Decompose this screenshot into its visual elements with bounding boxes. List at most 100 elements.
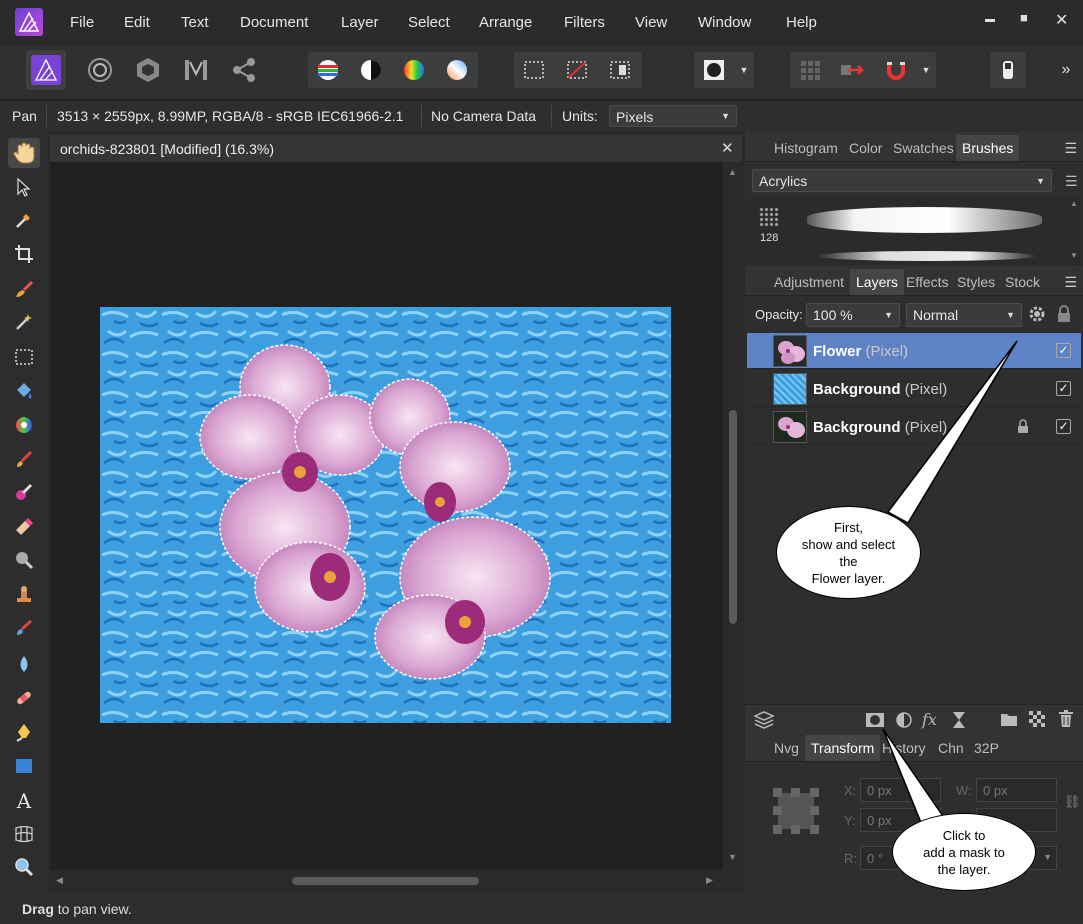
snapping-magnet-icon[interactable]: [878, 52, 914, 88]
brush-list-scrollbar[interactable]: ▲ ▼: [1068, 197, 1080, 265]
menu-file[interactable]: File: [70, 14, 94, 31]
layers-stack-icon[interactable]: [753, 710, 775, 730]
marquee-icon[interactable]: [516, 52, 552, 88]
invert-selection-icon[interactable]: [602, 52, 638, 88]
tab-effects[interactable]: Effects: [906, 274, 949, 290]
tab-histogram[interactable]: Histogram: [774, 140, 838, 156]
add-mask-icon[interactable]: [865, 711, 885, 729]
marquee-tool-icon[interactable]: [8, 342, 40, 372]
tone-mapping-persona-icon[interactable]: [176, 50, 216, 90]
anchor-point-icon[interactable]: [773, 788, 819, 834]
menu-window[interactable]: Window: [698, 14, 751, 31]
menu-arrange[interactable]: Arrange: [479, 14, 532, 31]
tab-channels[interactable]: Chn: [938, 740, 964, 756]
tab-32p[interactable]: 32P: [974, 740, 999, 756]
export-persona-icon[interactable]: [224, 50, 264, 90]
layer-visibility-checkbox[interactable]: ✓: [1056, 419, 1071, 434]
fx-icon[interactable]: fx: [922, 710, 937, 729]
layer-visibility-checkbox[interactable]: ✓: [1056, 343, 1071, 358]
tab-styles[interactable]: Styles: [957, 274, 995, 290]
crop-tool-icon[interactable]: [8, 239, 40, 269]
inpaint-eraser-icon[interactable]: [990, 52, 1026, 88]
brush-stroke-preview[interactable]: [817, 251, 1037, 261]
maximize-button[interactable]: ■: [1020, 10, 1028, 25]
menu-select[interactable]: Select: [408, 14, 450, 31]
text-tool-icon[interactable]: A: [8, 786, 40, 816]
liquify-persona-icon[interactable]: [80, 50, 120, 90]
vertical-scroll-thumb[interactable]: [729, 410, 737, 624]
scroll-left-icon[interactable]: ◀: [56, 875, 63, 886]
auto-colors-icon[interactable]: [396, 52, 432, 88]
units-dropdown[interactable]: Pixels ▼: [609, 105, 737, 127]
trash-icon[interactable]: [1058, 710, 1074, 728]
clone-brush-tool-icon[interactable]: [8, 580, 40, 610]
rectangle-tool-icon[interactable]: [8, 751, 40, 781]
tab-swatches[interactable]: Swatches: [893, 140, 954, 156]
view-tool-hand-icon[interactable]: [8, 138, 40, 168]
auto-contrast-icon[interactable]: [353, 52, 389, 88]
panel-menu-icon[interactable]: ☰: [1064, 140, 1077, 157]
menu-help[interactable]: Help: [786, 14, 817, 31]
blur-brush-tool-icon[interactable]: [8, 649, 40, 679]
tab-layers[interactable]: Layers: [850, 269, 905, 295]
horizontal-scrollbar[interactable]: ◀ ▶: [50, 870, 723, 892]
brush-stroke-preview[interactable]: [807, 207, 1042, 233]
quick-mask-dropdown-icon[interactable]: ▼: [734, 52, 754, 88]
snapping-dropdown-icon[interactable]: ▼: [916, 52, 936, 88]
minimize-button[interactable]: ▬: [985, 14, 995, 25]
tab-brushes[interactable]: Brushes: [956, 135, 1020, 161]
menu-view[interactable]: View: [635, 14, 667, 31]
move-tool-icon[interactable]: [8, 172, 40, 202]
scroll-down-icon[interactable]: ▼: [1070, 251, 1078, 260]
tab-color[interactable]: Color: [849, 140, 882, 156]
link-icon[interactable]: ⛓: [1064, 794, 1081, 810]
add-pixel-layer-icon[interactable]: [1029, 711, 1045, 727]
scroll-right-icon[interactable]: ▶: [706, 875, 713, 886]
live-filter-icon[interactable]: [951, 711, 967, 729]
opacity-field[interactable]: 100 % ▼: [806, 303, 900, 327]
w-field[interactable]: 0 px: [976, 778, 1057, 802]
healing-brush-tool-icon[interactable]: [8, 613, 40, 643]
vertical-scrollbar[interactable]: ▲ ▼: [724, 162, 742, 870]
gear-icon[interactable]: [1027, 304, 1047, 324]
tab-navigator[interactable]: Nvg: [774, 740, 799, 756]
quick-mask-icon[interactable]: [696, 52, 732, 88]
layer-row-flower[interactable]: Flower (Pixel) ✓: [747, 333, 1081, 369]
panel-menu-icon[interactable]: ☰: [1064, 274, 1077, 291]
mixer-brush-tool-icon[interactable]: [8, 477, 40, 507]
blend-mode-dropdown[interactable]: Normal ▼: [906, 303, 1022, 327]
horizontal-scroll-thumb[interactable]: [292, 877, 479, 885]
tab-adjustment[interactable]: Adjustment: [774, 274, 844, 290]
mesh-warp-tool-icon[interactable]: [8, 819, 40, 849]
flood-fill-tool-icon[interactable]: [8, 376, 40, 406]
develop-persona-icon[interactable]: [128, 50, 168, 90]
zoom-tool-icon[interactable]: [8, 852, 40, 882]
close-document-icon[interactable]: ✕: [721, 139, 734, 157]
dodge-tool-icon[interactable]: [8, 545, 40, 575]
selection-brush-tool-icon[interactable]: [8, 274, 40, 304]
toolbar-overflow-icon[interactable]: »: [1054, 52, 1078, 88]
force-pixel-alignment-icon[interactable]: [835, 52, 871, 88]
erase-brush-tool-icon[interactable]: [8, 511, 40, 541]
document-image[interactable]: [100, 307, 671, 723]
flood-select-tool-icon[interactable]: [8, 307, 40, 337]
menu-layer[interactable]: Layer: [341, 14, 379, 31]
adjustment-icon[interactable]: [895, 711, 913, 729]
brush-category-dropdown[interactable]: Acrylics ▼: [752, 169, 1052, 192]
add-group-icon[interactable]: [1000, 711, 1018, 727]
menu-document[interactable]: Document: [240, 14, 308, 31]
auto-white-balance-icon[interactable]: [439, 52, 475, 88]
tab-history[interactable]: History: [882, 740, 926, 756]
assistant-icon[interactable]: [792, 52, 828, 88]
close-window-button[interactable]: ✕: [1055, 10, 1068, 30]
deselect-icon[interactable]: [559, 52, 595, 88]
layer-lock-icon[interactable]: [1017, 419, 1029, 434]
gradient-tool-icon[interactable]: [8, 410, 40, 440]
brush-options-icon[interactable]: ☰: [1065, 173, 1078, 190]
scroll-up-icon[interactable]: ▲: [1070, 199, 1078, 208]
layer-row-background[interactable]: Background (Pixel) ✓: [747, 371, 1081, 407]
color-picker-tool-icon[interactable]: [8, 205, 40, 235]
photo-persona-icon[interactable]: [26, 50, 66, 90]
tab-transform[interactable]: Transform: [805, 735, 881, 761]
lock-icon[interactable]: [1057, 305, 1071, 323]
